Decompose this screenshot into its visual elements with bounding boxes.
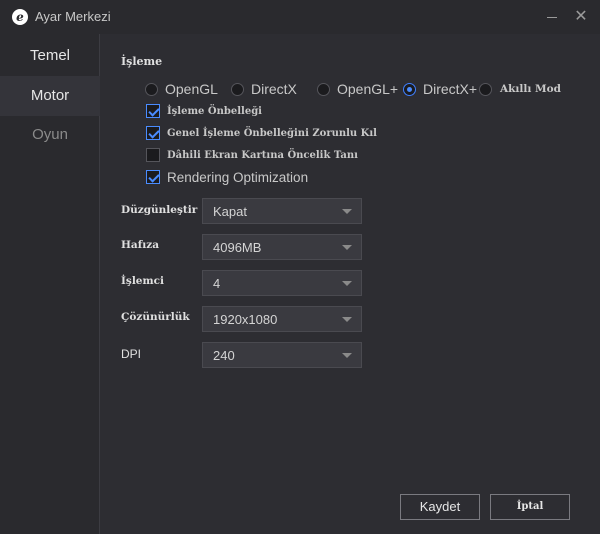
checkbox-label: İşleme Önbelleği bbox=[167, 105, 262, 117]
checkbox-rendering-optimization[interactable]: Rendering Optimization bbox=[146, 169, 308, 185]
select-value: 4096MB bbox=[213, 240, 262, 255]
dpi-label: DPI bbox=[121, 347, 142, 361]
radio-opengl-plus[interactable]: OpenGL+ bbox=[317, 80, 398, 98]
select-value: 4 bbox=[213, 276, 221, 291]
render-section-label: İşleme bbox=[121, 55, 163, 68]
save-button[interactable]: Kaydet bbox=[400, 494, 480, 520]
memory-select[interactable]: 4096MB bbox=[202, 234, 362, 260]
radio-circle-icon bbox=[231, 82, 244, 96]
radio-label: DirectX bbox=[251, 81, 297, 97]
chevron-down-icon bbox=[342, 245, 352, 250]
checkbox-label: Rendering Optimization bbox=[167, 169, 309, 185]
select-value: Kapat bbox=[213, 204, 247, 219]
checkbox-render-cache[interactable]: İşleme Önbelleği bbox=[146, 103, 262, 119]
radio-circle-icon bbox=[317, 82, 330, 96]
antialiasing-label: Düzgünleştir bbox=[121, 204, 198, 216]
radio-label: OpenGL+ bbox=[337, 81, 399, 97]
close-icon[interactable]: ✕ bbox=[570, 6, 592, 28]
select-value: 240 bbox=[213, 348, 235, 363]
sidebar-item-motor[interactable]: Motor bbox=[0, 76, 100, 116]
checkbox-force-global-cache[interactable]: Genel İşleme Önbelleğini Zorunlu Kıl bbox=[146, 125, 377, 141]
radio-label: DirectX+ bbox=[423, 81, 478, 97]
chevron-down-icon bbox=[342, 281, 352, 286]
checkbox-checked-icon bbox=[146, 170, 160, 184]
radio-label: Akıllı Mod bbox=[500, 83, 562, 95]
chevron-down-icon bbox=[342, 353, 352, 358]
minimize-icon[interactable] bbox=[541, 6, 563, 28]
window-title: Ayar Merkezi bbox=[35, 9, 111, 24]
cancel-button[interactable]: İptal bbox=[490, 494, 570, 520]
radio-circle-checked-icon bbox=[403, 82, 416, 96]
checkbox-checked-icon bbox=[146, 104, 160, 118]
radio-circle-icon bbox=[479, 82, 492, 96]
checkbox-prefer-integrated-gpu[interactable]: Dâhili Ekran Kartına Öncelik Tanı bbox=[146, 147, 358, 163]
radio-label: OpenGL bbox=[165, 81, 218, 97]
radio-smart-mode[interactable]: Akıllı Mod bbox=[479, 80, 561, 98]
checkbox-icon bbox=[146, 148, 160, 162]
memory-label: Hafıza bbox=[121, 239, 159, 251]
resolution-label: Çözünürlük bbox=[121, 311, 190, 323]
checkbox-checked-icon bbox=[146, 126, 160, 140]
chevron-down-icon bbox=[342, 317, 352, 322]
sidebar-item-oyun[interactable]: Oyun bbox=[0, 115, 100, 155]
checkbox-label: Genel İşleme Önbelleğini Zorunlu Kıl bbox=[167, 127, 377, 139]
radio-circle-icon bbox=[145, 82, 158, 96]
radio-directx-plus[interactable]: DirectX+ bbox=[403, 80, 477, 98]
title-bar: e Ayar Merkezi ✕ bbox=[0, 0, 600, 34]
select-value: 1920x1080 bbox=[213, 312, 278, 327]
checkbox-label: Dâhili Ekran Kartına Öncelik Tanı bbox=[167, 149, 358, 161]
chevron-down-icon bbox=[342, 209, 352, 214]
cpu-label: İşlemci bbox=[121, 275, 164, 287]
app-logo-icon: e bbox=[12, 9, 28, 25]
radio-directx[interactable]: DirectX bbox=[231, 80, 297, 98]
antialiasing-select[interactable]: Kapat bbox=[202, 198, 362, 224]
resolution-select[interactable]: 1920x1080 bbox=[202, 306, 362, 332]
dpi-select[interactable]: 240 bbox=[202, 342, 362, 368]
sidebar: Temel Motor Oyun bbox=[0, 34, 100, 534]
radio-opengl[interactable]: OpenGL bbox=[145, 80, 218, 98]
sidebar-item-temel[interactable]: Temel bbox=[0, 36, 100, 76]
cpu-select[interactable]: 4 bbox=[202, 270, 362, 296]
